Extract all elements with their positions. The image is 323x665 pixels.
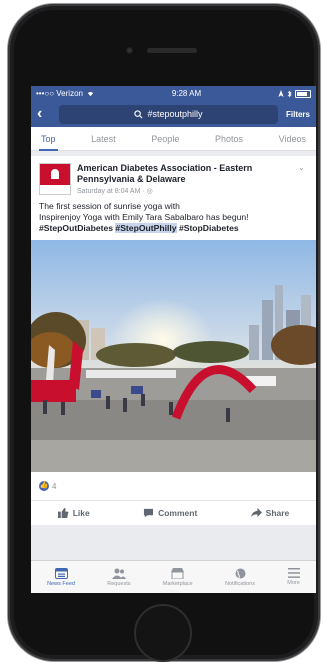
- app-screen: •••○○ Verizon 9:28 AM ‹ #stepoutphilly F…: [31, 86, 316, 593]
- news-feed-icon: [54, 567, 68, 579]
- post-card: American Diabetes Association - Eastern …: [31, 156, 316, 525]
- status-time: 9:28 AM: [171, 89, 202, 98]
- bottom-tab-bar: News Feed Requests Marketplace Notificat…: [31, 560, 316, 593]
- search-input[interactable]: #stepoutphilly: [59, 104, 278, 124]
- bluetooth-icon: [287, 90, 292, 97]
- chevron-down-icon[interactable]: ⌄: [298, 163, 308, 195]
- carrier-label: •••○○ Verizon: [36, 89, 83, 98]
- page-avatar[interactable]: [39, 163, 71, 195]
- back-arrow-icon[interactable]: ‹: [37, 105, 51, 123]
- hashtag-link[interactable]: #StepOutPhilly: [115, 223, 177, 233]
- like-reaction-icon: 👍: [39, 481, 49, 491]
- menu-icon: [287, 568, 300, 578]
- wifi-icon: [87, 92, 94, 97]
- earpiece-speaker: [147, 48, 197, 53]
- post-timestamp[interactable]: Saturday at 8:04 AM · ◎: [77, 187, 292, 195]
- search-tabs: Top Latest People Photos Videos: [31, 127, 316, 151]
- tab-more[interactable]: More: [287, 568, 300, 586]
- share-icon: [250, 508, 262, 518]
- requests-icon: [111, 568, 126, 579]
- comment-button[interactable]: Comment: [143, 508, 197, 518]
- tab-notifications[interactable]: Notifications: [225, 568, 255, 587]
- globe-icon: ◎: [146, 188, 153, 195]
- marketplace-icon: [171, 567, 185, 579]
- battery-icon: [295, 89, 311, 98]
- tab-news-feed[interactable]: News Feed: [47, 567, 75, 587]
- search-navbar: ‹ #stepoutphilly Filters: [31, 101, 316, 127]
- tab-photos[interactable]: Photos: [213, 127, 245, 151]
- tab-marketplace[interactable]: Marketplace: [163, 567, 193, 587]
- tab-requests[interactable]: Requests: [107, 568, 131, 587]
- reaction-summary[interactable]: 👍 4: [31, 472, 316, 500]
- search-query: #stepoutphilly: [147, 109, 203, 119]
- like-count: 4: [52, 481, 57, 491]
- hashtag-link[interactable]: #StepOutDiabetes: [39, 223, 113, 233]
- location-icon: [278, 90, 284, 97]
- front-camera: [126, 47, 133, 54]
- home-button[interactable]: [134, 604, 192, 662]
- comment-icon: [144, 508, 154, 518]
- globe-icon: [235, 568, 246, 578]
- filters-button[interactable]: Filters: [286, 110, 310, 119]
- tab-top[interactable]: Top: [39, 127, 58, 151]
- post-photo[interactable]: [31, 240, 316, 472]
- post-header: American Diabetes Association - Eastern …: [31, 156, 316, 195]
- search-icon: [134, 109, 143, 118]
- tab-latest[interactable]: Latest: [89, 127, 118, 151]
- tab-people[interactable]: People: [149, 127, 181, 151]
- hashtag-link[interactable]: #StopDiabetes: [179, 223, 239, 233]
- thumbs-up-icon: [57, 508, 69, 518]
- post-author[interactable]: American Diabetes Association - Eastern …: [77, 163, 292, 185]
- post-text: The first session of sunrise yoga with I…: [39, 201, 249, 233]
- share-button[interactable]: Share: [250, 508, 289, 518]
- status-bar: •••○○ Verizon 9:28 AM: [31, 86, 316, 101]
- like-button[interactable]: Like: [57, 508, 90, 518]
- tab-videos[interactable]: Videos: [277, 127, 308, 151]
- post-actions: Like Comment Share: [31, 500, 316, 525]
